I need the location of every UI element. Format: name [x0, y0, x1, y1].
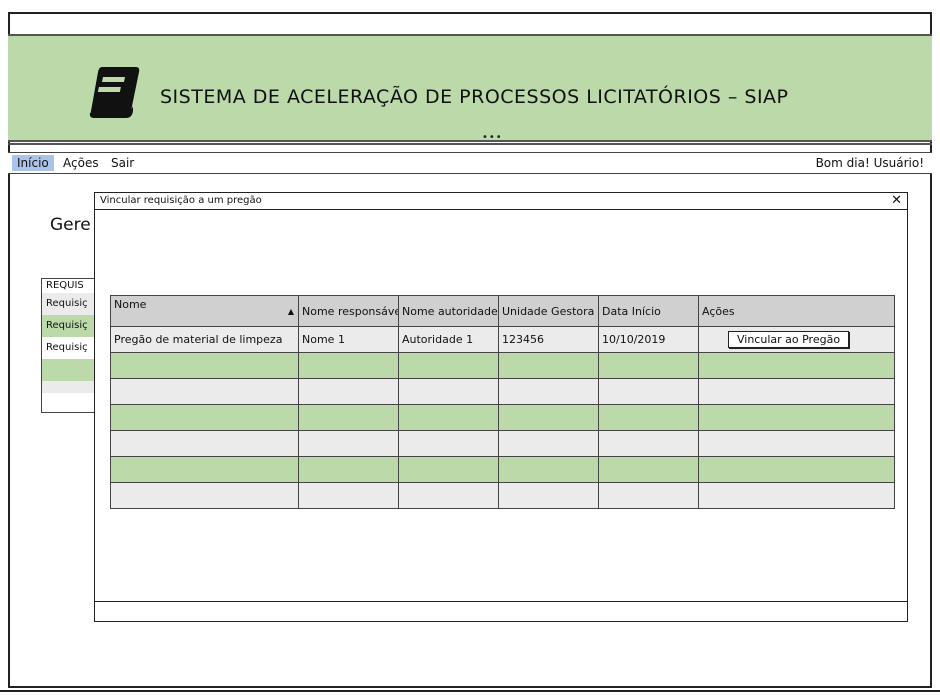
cell-responsavel: Nome 1: [298, 326, 399, 353]
dialog-footer: [95, 601, 907, 621]
pregao-table: Nome ▲ Nome responsável Nome autoridade …: [110, 295, 895, 509]
background-table: REQUIS Requisiç Requisiç Requisiç: [41, 278, 101, 413]
background-table-header: REQUIS: [42, 279, 100, 293]
app-title: SISTEMA DE ACELERAÇÃO DE PROCESSOS LICIT…: [160, 86, 789, 108]
table-row[interactable]: [110, 404, 895, 431]
table-row[interactable]: [110, 482, 895, 509]
close-icon[interactable]: ✕: [891, 193, 902, 208]
header-divider: [8, 143, 932, 145]
cell-acoes: Vincular ao Pregão: [698, 326, 895, 353]
column-header-responsavel[interactable]: Nome responsável: [298, 295, 399, 327]
page-title: Gere: [50, 215, 91, 235]
table-row[interactable]: [110, 430, 895, 457]
dialog-title: Vincular requisição a um pregão: [100, 195, 262, 206]
cell-autoridade: Autoridade 1: [398, 326, 499, 353]
table-row[interactable]: [110, 378, 895, 405]
splitter-handle[interactable]: •••: [482, 132, 503, 143]
cell-data: 10/10/2019: [598, 326, 699, 353]
table-row[interactable]: Pregão de material de limpeza Nome 1 Aut…: [110, 326, 895, 353]
bottom-border: [0, 690, 940, 692]
dialog-titlebar: Vincular requisição a um pregão ✕: [95, 193, 907, 210]
greeting-text: Bom dia! Usuário!: [815, 156, 924, 170]
link-requisition-dialog: Vincular requisição a um pregão ✕ Nome ▲…: [94, 192, 908, 622]
table-row[interactable]: [110, 456, 895, 483]
menu-item-acoes[interactable]: Ações: [58, 155, 104, 171]
column-header-autoridade[interactable]: Nome autoridade: [398, 295, 499, 327]
cell-unidade: 123456: [498, 326, 599, 353]
table-row[interactable]: [110, 352, 895, 379]
menu-item-inicio[interactable]: Início: [12, 155, 54, 171]
table-header-row: Nome ▲ Nome responsável Nome autoridade …: [110, 295, 895, 327]
background-row: [42, 359, 100, 381]
column-header-acoes: Ações: [698, 295, 895, 327]
column-header-nome[interactable]: Nome ▲: [110, 295, 299, 327]
link-pregao-button[interactable]: Vincular ao Pregão: [728, 331, 850, 348]
app-header: SISTEMA DE ACELERAÇÃO DE PROCESSOS LICIT…: [8, 34, 932, 143]
book-icon: [89, 67, 140, 118]
menu-item-sair[interactable]: Sair: [106, 155, 139, 171]
column-header-unidade[interactable]: Unidade Gestora: [498, 295, 599, 327]
cell-nome: Pregão de material de limpeza: [110, 326, 299, 353]
background-row[interactable]: Requisiç: [42, 293, 100, 315]
column-header-data-inicio[interactable]: Data Início: [598, 295, 699, 327]
sort-ascending-icon[interactable]: ▲: [288, 307, 294, 316]
menu-bar: Início Ações Sair Bom dia! Usuário!: [8, 152, 932, 174]
column-header-label: Nome: [114, 298, 147, 311]
background-row[interactable]: Requisiç: [42, 337, 100, 359]
background-row[interactable]: Requisiç: [42, 315, 100, 337]
background-row: [42, 381, 100, 393]
